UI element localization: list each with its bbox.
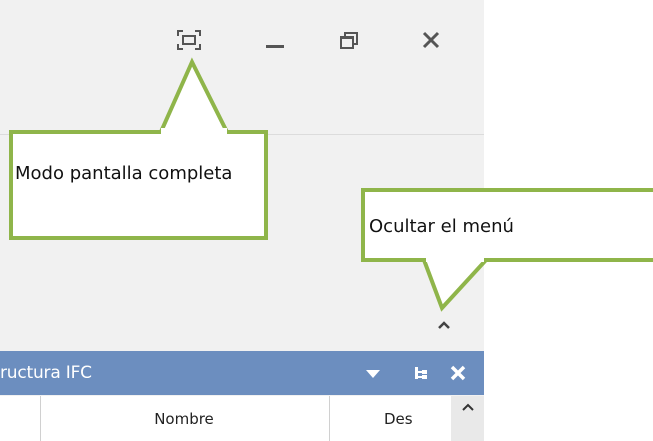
callout-fullscreen: Modo pantalla completa bbox=[9, 130, 268, 240]
panel-title: ructura IFC bbox=[0, 363, 92, 383]
fullscreen-button[interactable] bbox=[171, 22, 207, 58]
close-icon bbox=[422, 31, 440, 49]
chevron-up-icon bbox=[438, 321, 450, 329]
panel-tree-button[interactable] bbox=[408, 360, 434, 386]
callout-fullscreen-text: Modo pantalla completa bbox=[15, 163, 233, 184]
callout-fullscreen-tail bbox=[158, 57, 230, 135]
ifc-structure-panel-header: ructura IFC bbox=[0, 351, 484, 395]
chevron-up-icon bbox=[461, 403, 474, 411]
callout-hide-menu: Ocultar el menú bbox=[361, 188, 653, 262]
fullscreen-icon bbox=[177, 30, 201, 50]
column-header-descripcion[interactable]: Des bbox=[384, 410, 448, 428]
table-header: Nombre Des bbox=[0, 396, 484, 441]
scroll-up-button[interactable] bbox=[451, 396, 484, 441]
close-button[interactable] bbox=[413, 22, 449, 58]
minimize-button[interactable] bbox=[257, 22, 293, 58]
restore-icon bbox=[340, 32, 358, 49]
close-icon bbox=[450, 365, 466, 381]
callout-hide-menu-tail bbox=[422, 256, 488, 312]
dropdown-icon bbox=[366, 370, 380, 378]
restore-button[interactable] bbox=[331, 22, 367, 58]
column-divider[interactable] bbox=[329, 396, 330, 441]
collapse-menu-button[interactable] bbox=[433, 314, 455, 336]
panel-close-button[interactable] bbox=[445, 360, 471, 386]
minimize-icon bbox=[266, 45, 284, 48]
callout-fullscreen-tail-cover bbox=[161, 128, 227, 134]
callout-hide-menu-text: Ocultar el menú bbox=[369, 216, 514, 237]
tree-icon bbox=[415, 367, 427, 379]
column-header-nombre[interactable]: Nombre bbox=[40, 396, 328, 441]
panel-dropdown-button[interactable] bbox=[360, 360, 386, 386]
